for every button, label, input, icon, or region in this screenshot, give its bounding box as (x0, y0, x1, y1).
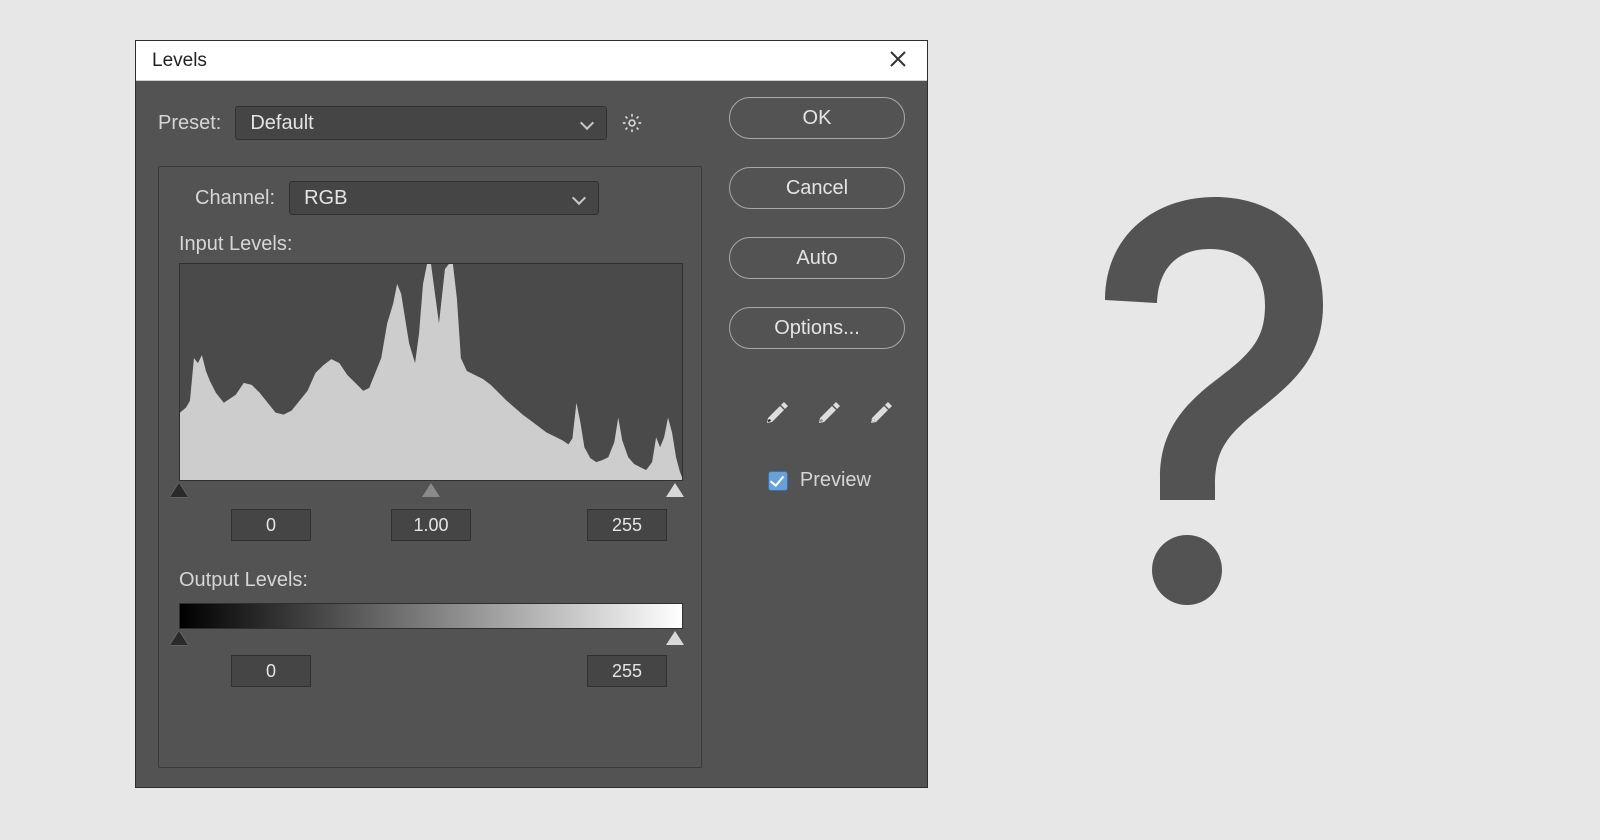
ok-button[interactable]: OK (729, 97, 905, 139)
levels-dialog: Levels Preset: Default Channel: RGB (135, 40, 928, 788)
preview-label: Preview (800, 469, 871, 492)
gear-icon[interactable] (621, 112, 643, 134)
channel-value: RGB (304, 187, 347, 210)
input-slider-track[interactable] (179, 483, 683, 501)
midtone-slider[interactable] (422, 483, 440, 497)
auto-button[interactable]: Auto (729, 237, 905, 279)
gray-point-eyedropper-icon[interactable] (815, 399, 843, 433)
levels-fieldset: Channel: RGB Input Levels: 0 1.00 (158, 166, 702, 768)
output-gradient (179, 603, 683, 629)
white-point-eyedropper-icon[interactable] (867, 399, 895, 433)
black-point-eyedropper-icon[interactable] (763, 399, 791, 433)
cancel-button[interactable]: Cancel (729, 167, 905, 209)
output-levels-label: Output Levels: (179, 569, 308, 592)
preset-label: Preset: (158, 112, 221, 135)
dialog-title: Levels (152, 50, 207, 72)
white-point-slider[interactable] (666, 483, 684, 497)
histogram (179, 263, 683, 481)
chevron-down-icon (580, 116, 594, 130)
question-mark-graphic (1065, 185, 1345, 605)
output-black-slider[interactable] (170, 631, 188, 645)
options-button[interactable]: Options... (729, 307, 905, 349)
preset-select[interactable]: Default (235, 106, 607, 140)
black-point-slider[interactable] (170, 483, 188, 497)
output-white-slider[interactable] (666, 631, 684, 645)
close-icon[interactable] (881, 49, 915, 73)
preview-checkbox[interactable] (768, 471, 788, 491)
titlebar: Levels (136, 41, 927, 81)
output-black-field[interactable]: 0 (231, 655, 311, 687)
input-gamma-field[interactable]: 1.00 (391, 509, 471, 541)
channel-label: Channel: (195, 187, 275, 210)
chevron-down-icon (572, 191, 586, 205)
output-slider-track[interactable] (179, 631, 683, 649)
output-white-field[interactable]: 255 (587, 655, 667, 687)
input-white-field[interactable]: 255 (587, 509, 667, 541)
channel-select[interactable]: RGB (289, 181, 599, 215)
eyedropper-group (763, 399, 895, 433)
input-black-field[interactable]: 0 (231, 509, 311, 541)
preset-value: Default (250, 112, 313, 135)
input-levels-label: Input Levels: (179, 233, 292, 256)
